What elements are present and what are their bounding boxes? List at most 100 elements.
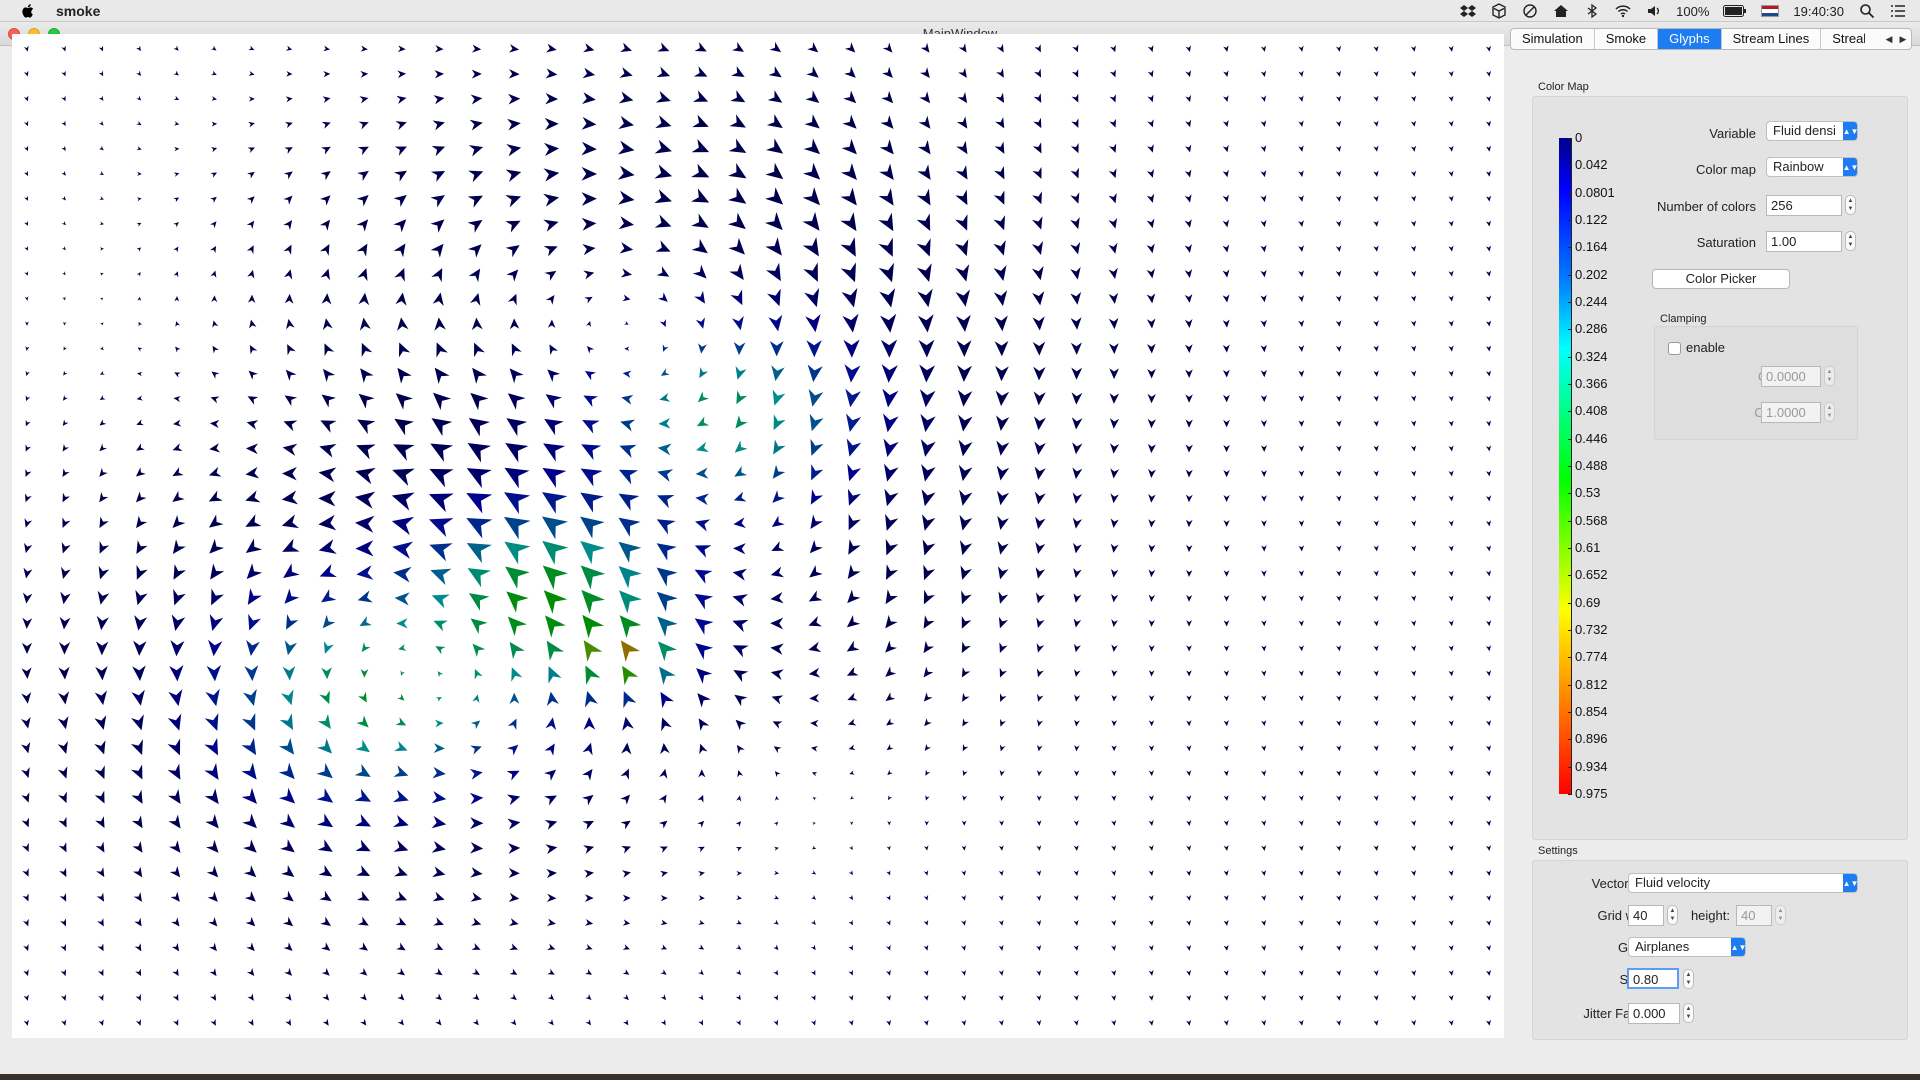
volume-icon[interactable] <box>1645 3 1662 19</box>
velocity-glyph <box>840 163 857 180</box>
velocity-glyph <box>360 368 374 383</box>
velocity-glyph <box>357 590 373 603</box>
velocity-glyph <box>1486 819 1492 827</box>
jitter-factor-stepper[interactable]: ▲ ▼ <box>1683 1003 1694 1023</box>
velocity-glyph <box>845 388 861 408</box>
saturation-stepper[interactable]: ▲ ▼ <box>1845 231 1856 251</box>
velocity-glyph <box>1223 520 1230 527</box>
variable-select[interactable]: Fluid densi ▲▼ <box>1766 121 1858 141</box>
velocity-glyph <box>1448 570 1454 577</box>
tab-glyphs[interactable]: Glyphs <box>1658 29 1722 49</box>
velocity-glyph <box>21 817 30 828</box>
velocity-glyph <box>470 842 484 854</box>
velocity-glyph <box>802 237 819 257</box>
legend-tick-label: 0.568 <box>1575 512 1608 528</box>
velocity-glyph <box>1411 670 1417 677</box>
velocity-glyph <box>1111 919 1117 926</box>
vector-field-select[interactable]: Fluid velocity ▲▼ <box>1628 873 1858 893</box>
box-icon[interactable] <box>1490 3 1507 19</box>
velocity-glyph <box>1074 745 1080 752</box>
apple-icon[interactable] <box>22 3 38 19</box>
velocity-glyph <box>61 95 66 102</box>
glyph-canvas[interactable] <box>12 34 1504 1038</box>
velocity-glyph <box>619 615 642 638</box>
velocity-glyph <box>1073 542 1082 554</box>
clamp-max-input[interactable]: 1.0000 <box>1761 402 1821 423</box>
scale-stepper[interactable]: ▲ ▼ <box>1683 969 1694 989</box>
velocity-glyph <box>23 170 29 177</box>
clamp-max-stepper[interactable]: ▲ ▼ <box>1824 402 1835 422</box>
home-icon[interactable] <box>1552 3 1569 19</box>
clamp-min-input[interactable]: 0.0000 <box>1761 366 1821 387</box>
tab-smoke[interactable]: Smoke <box>1595 29 1659 49</box>
velocity-glyph <box>167 763 181 780</box>
velocity-glyph <box>1486 645 1492 652</box>
velocity-glyph <box>1071 69 1079 78</box>
velocity-glyph <box>993 190 1005 205</box>
velocity-glyph <box>59 893 67 902</box>
velocity-glyph <box>354 788 372 802</box>
velocity-glyph <box>504 467 530 489</box>
battery-icon[interactable] <box>1723 3 1747 19</box>
velocity-glyph <box>1411 570 1417 577</box>
saturation-input[interactable]: 1.00 <box>1766 231 1842 252</box>
tab-simulation[interactable]: Simulation <box>1511 29 1595 49</box>
velocity-glyph <box>621 394 634 405</box>
velocity-glyph <box>432 891 445 902</box>
velocity-glyph <box>394 267 405 282</box>
scale-input[interactable]: 0.80 <box>1627 968 1679 989</box>
velocity-glyph <box>428 493 454 513</box>
velocity-glyph <box>22 592 33 604</box>
number-of-colors-stepper[interactable]: ▲ ▼ <box>1845 195 1856 215</box>
glyph-select[interactable]: Airplanes ▲▼ <box>1628 937 1746 957</box>
clamp-min-stepper[interactable]: ▲ ▼ <box>1824 366 1835 386</box>
velocity-glyph <box>544 418 564 436</box>
velocity-glyph <box>618 493 640 511</box>
velocity-glyph <box>63 346 68 351</box>
grid-height-stepper[interactable]: ▲ ▼ <box>1775 905 1786 925</box>
grid-width-stepper[interactable]: ▲ ▼ <box>1667 905 1678 925</box>
tab-stream-lines[interactable]: Stream Lines <box>1722 29 1822 49</box>
clock[interactable]: 19:40:30 <box>1793 4 1844 19</box>
velocity-glyph <box>172 443 183 451</box>
tab-scroll-right-icon[interactable]: ▶ <box>1900 34 1907 45</box>
dropbox-icon[interactable] <box>1459 3 1476 19</box>
velocity-glyph <box>57 716 69 730</box>
velocity-glyph <box>810 489 824 505</box>
velocity-glyph <box>61 220 66 226</box>
search-icon[interactable] <box>1858 3 1875 19</box>
clamping-enable-checkbox[interactable] <box>1668 342 1681 355</box>
velocity-glyph <box>1186 845 1192 851</box>
velocity-glyph <box>1260 45 1267 52</box>
jitter-factor-input[interactable]: 0.000 <box>1628 1003 1680 1024</box>
number-of-colors-input[interactable]: 256 <box>1766 195 1842 216</box>
glyph-field[interactable] <box>12 34 1504 1038</box>
velocity-glyph <box>956 116 968 129</box>
velocity-glyph <box>391 492 415 511</box>
color-map-select[interactable]: Rainbow ▲▼ <box>1766 157 1858 177</box>
app-name[interactable]: smoke <box>56 3 100 19</box>
velocity-glyph <box>1373 220 1379 227</box>
velocity-glyph <box>919 91 931 104</box>
velocity-glyph <box>509 368 524 384</box>
tab-scroll-left-icon[interactable]: ◀ <box>1886 34 1893 45</box>
flag-icon[interactable] <box>1761 5 1780 17</box>
bluetooth-icon[interactable] <box>1583 3 1600 19</box>
grid-width-input[interactable]: 40 <box>1628 905 1664 926</box>
velocity-glyph <box>1111 894 1117 901</box>
velocity-glyph <box>135 491 147 503</box>
color-picker-button[interactable]: Color Picker <box>1652 269 1790 289</box>
velocity-glyph <box>210 147 218 153</box>
sync-icon[interactable] <box>1521 3 1538 19</box>
velocity-glyph <box>99 370 105 375</box>
velocity-glyph <box>136 146 142 151</box>
velocity-glyph <box>805 313 821 333</box>
velocity-glyph <box>245 538 263 553</box>
menu-list-icon[interactable] <box>1889 3 1906 19</box>
wifi-icon[interactable] <box>1614 3 1631 19</box>
velocity-glyph <box>735 919 742 925</box>
tab-streak[interactable]: Streak <box>1821 29 1865 49</box>
grid-height-input[interactable]: 40 <box>1736 905 1772 926</box>
velocity-glyph <box>693 66 708 77</box>
velocity-glyph <box>209 443 221 453</box>
